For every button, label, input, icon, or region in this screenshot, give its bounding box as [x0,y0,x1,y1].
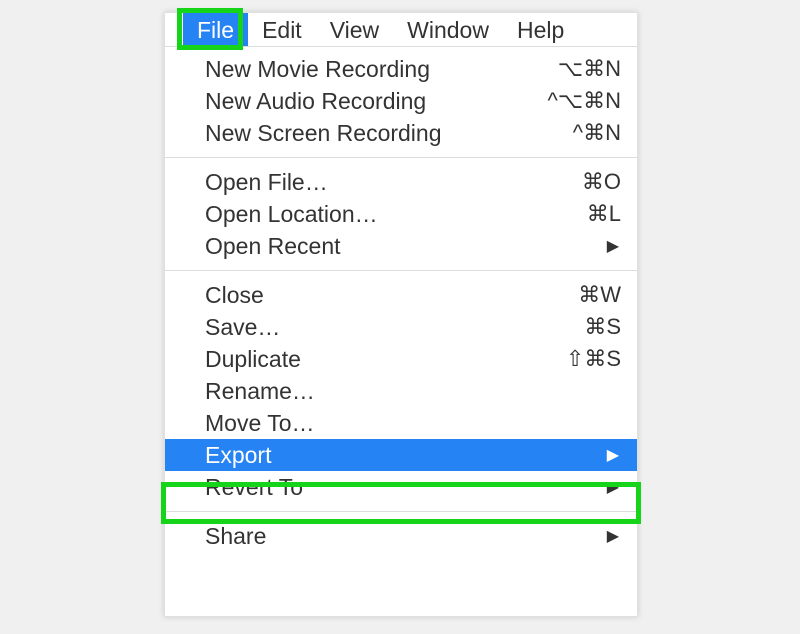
menubar-item-window[interactable]: Window [393,13,503,46]
menubar-label: Help [517,17,564,44]
menu-item-shortcut: ⌘O [582,169,621,195]
menu-item-label: Duplicate [205,346,566,373]
menu-window: File Edit View Window Help New Movie Rec… [164,12,638,617]
menu-item-label: Share [205,523,607,550]
menu-separator [165,157,637,158]
menubar-item-help[interactable]: Help [503,13,578,46]
menu-item-shortcut: ⌘S [584,314,621,340]
menu-item-label: New Screen Recording [205,120,573,147]
menu-item-shortcut: ⌘W [578,282,621,308]
submenu-arrow-icon: ▶ [607,526,619,546]
menu-item-label: Rename… [205,378,621,405]
menubar: File Edit View Window Help [165,13,637,47]
menu-item-rename[interactable]: Rename… [165,375,637,407]
menubar-label: View [330,17,379,44]
menu-item-share[interactable]: Share ▶ [165,520,637,552]
menu-item-label: Close [205,282,578,309]
menu-item-label: Export [205,442,607,469]
file-dropdown: New Movie Recording ⌥⌘N New Audio Record… [165,47,637,552]
menubar-item-file[interactable]: File [183,13,248,46]
menu-item-shortcut: ^⌘N [573,120,621,146]
menu-separator [165,270,637,271]
menu-item-shortcut: ⌘L [587,201,621,227]
menu-item-label: Revert To [205,474,607,501]
menubar-padding [165,13,183,46]
menubar-label: Edit [262,17,302,44]
menu-item-new-movie-recording[interactable]: New Movie Recording ⌥⌘N [165,53,637,85]
menu-item-duplicate[interactable]: Duplicate ⇧⌘S [165,343,637,375]
submenu-arrow-icon: ▶ [607,445,619,465]
menu-item-label: New Movie Recording [205,56,558,83]
menu-item-export[interactable]: Export ▶ [165,439,637,471]
menubar-item-edit[interactable]: Edit [248,13,316,46]
menu-item-label: Open File… [205,169,582,196]
menu-item-shortcut: ⌥⌘N [558,56,621,82]
menubar-item-view[interactable]: View [316,13,393,46]
menu-item-close[interactable]: Close ⌘W [165,279,637,311]
submenu-arrow-icon: ▶ [607,477,619,497]
menu-item-revert-to[interactable]: Revert To ▶ [165,471,637,503]
menu-separator [165,511,637,512]
menu-item-label: Open Recent [205,233,607,260]
menu-item-new-audio-recording[interactable]: New Audio Recording ^⌥⌘N [165,85,637,117]
menu-item-new-screen-recording[interactable]: New Screen Recording ^⌘N [165,117,637,149]
submenu-arrow-icon: ▶ [607,236,619,256]
menu-item-label: Open Location… [205,201,587,228]
menu-item-open-location[interactable]: Open Location… ⌘L [165,198,637,230]
menu-item-shortcut: ⇧⌘S [566,346,621,372]
menu-item-label: Save… [205,314,584,341]
menu-item-shortcut: ^⌥⌘N [547,88,621,114]
menu-item-move-to[interactable]: Move To… [165,407,637,439]
menu-item-save[interactable]: Save… ⌘S [165,311,637,343]
menu-item-open-file[interactable]: Open File… ⌘O [165,166,637,198]
menubar-label: File [197,17,234,44]
menu-item-label: New Audio Recording [205,88,547,115]
menubar-label: Window [407,17,489,44]
menu-item-open-recent[interactable]: Open Recent ▶ [165,230,637,262]
menu-item-label: Move To… [205,410,621,437]
